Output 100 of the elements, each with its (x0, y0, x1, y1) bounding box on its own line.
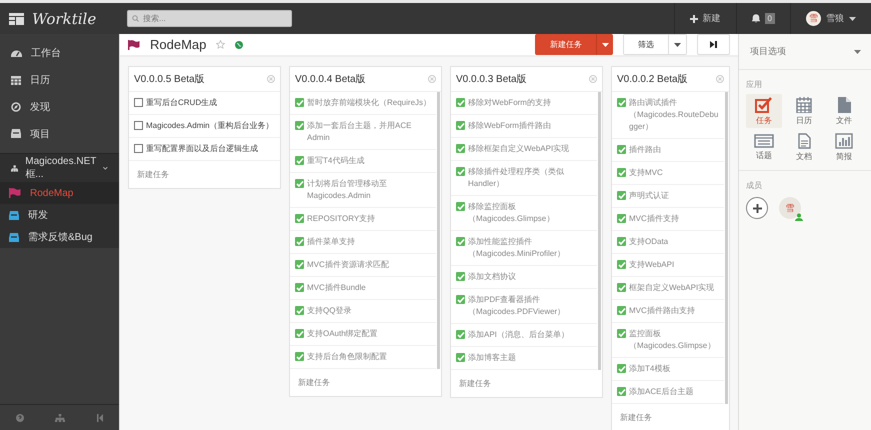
task-text: 监控面板（Magicodes.Glimpse） (629, 328, 716, 352)
task-text: 插件路由 (629, 144, 661, 156)
task-text: 重写后台CRUD生成 (146, 97, 218, 109)
checkbox-icon (755, 96, 773, 112)
project-options-dropdown[interactable]: 项目选项 (739, 34, 871, 70)
task-text: 添加性能监控插件（Magicodes.MiniProfiler） (468, 236, 566, 260)
logo-icon (9, 12, 24, 24)
sidebar-item[interactable]: 工作台 (0, 39, 119, 66)
new-task-link[interactable]: 新建任务 (290, 369, 441, 396)
dashboard-icon (11, 48, 22, 57)
close-circle-icon[interactable] (589, 75, 597, 83)
inbox-icon (11, 129, 21, 138)
task-text: 移除WebForm插件路由 (468, 120, 551, 132)
task-text: 移除插件处理程序类（类似Handler） (468, 166, 565, 190)
window-icon (754, 134, 774, 148)
app-item[interactable]: 文件 (826, 94, 862, 128)
flag-icon (128, 40, 140, 50)
task-text: 支持后台角色限制配置 (307, 351, 387, 363)
task-text: 插件菜单支持 (307, 236, 355, 248)
task-text: MVC插件路由支持 (629, 305, 695, 317)
panel-toggle-button[interactable] (697, 34, 730, 55)
task-text: 重写T4代码生成 (307, 155, 364, 167)
task-checkbox[interactable] (134, 121, 143, 130)
task-text: 添加T4模板 (629, 363, 670, 375)
task-text: 添加文档协议 (468, 271, 516, 283)
flag-icon (9, 188, 21, 198)
app-item[interactable]: 简报 (826, 130, 862, 164)
task-text: 声明式认证 (629, 190, 669, 202)
task-text: 添加ACE后台主题 (629, 386, 694, 398)
help-icon[interactable] (16, 414, 24, 422)
caret-icon (849, 16, 856, 20)
bar-chart-icon (835, 132, 853, 148)
file-icon (838, 96, 850, 112)
sidebar-item[interactable]: 项目 (0, 120, 119, 147)
chevron-icon (103, 166, 108, 170)
globe-icon[interactable] (235, 40, 244, 48)
caret-icon (674, 43, 681, 47)
new-task-link[interactable]: 新建任务 (612, 404, 729, 430)
task-text: 添加PDF查看器插件（Magicodes.PDFViewer） (468, 294, 566, 318)
task-text: 移除对WebForm的支持 (468, 97, 551, 109)
task-text: 移除框架自定义WebAPI实现 (468, 143, 570, 155)
task-text: 计划将后台管理移动至Magicodes.Admin (307, 178, 388, 202)
sitemap-icon[interactable] (55, 414, 66, 422)
caret-icon (854, 50, 861, 54)
sidebar-item[interactable]: 发现 (0, 93, 119, 120)
new-task-link[interactable]: 新建任务 (129, 161, 280, 188)
project-item[interactable]: 需求反馈&Bug (0, 226, 119, 248)
filter-dropdown-button[interactable] (668, 35, 686, 54)
member-avatar[interactable]: 雪 (779, 197, 801, 219)
app-item[interactable]: 文档 (786, 130, 822, 164)
plus-icon (752, 204, 762, 212)
search-field[interactable]: 搜索... (127, 10, 292, 27)
project-title: RodeMap (150, 37, 206, 52)
task-text: 添加一套后台主题，并用ACE Admin (307, 120, 412, 144)
add-member-button[interactable] (746, 197, 768, 219)
inbox-icon (9, 232, 19, 242)
new-task-link[interactable]: 新建任务 (451, 370, 602, 397)
task-text: 添加API（消息、后台菜单） (468, 329, 569, 341)
task-text: 移除监控面板（Magicodes.Glimpse） (468, 201, 556, 225)
task-text: 支持OData (629, 236, 668, 248)
task-list-title: V0.0.0.4 Beta版 (295, 73, 366, 86)
task-list-title: V0.0.0.2 Beta版 (617, 73, 688, 86)
task-text: REPOSITORY支持 (307, 213, 376, 225)
task-text: Magicodes.Admin（重构后台业务） (146, 120, 274, 132)
close-circle-icon[interactable] (267, 75, 275, 83)
task-checkbox[interactable] (134, 144, 143, 153)
task-list-title: V0.0.0.5 Beta版 (134, 73, 205, 86)
document-icon (798, 132, 810, 148)
section-label: 成员 (745, 180, 763, 192)
task-text: 支持OAuth绑定配置 (307, 328, 378, 340)
app-item[interactable]: 日历 (786, 94, 822, 128)
user-avatar: 雪 (806, 11, 821, 26)
sidebar-item[interactable]: 日历 (0, 66, 119, 93)
task-checkbox[interactable] (134, 98, 143, 107)
collapse-icon[interactable] (97, 414, 104, 422)
app-item[interactable]: 话题 (746, 130, 782, 164)
plus-icon (690, 14, 698, 22)
new-task-button[interactable]: 新建任务 (535, 34, 613, 55)
star-icon[interactable] (216, 40, 226, 49)
task-list-title: V0.0.0.3 Beta版 (456, 73, 527, 86)
task-text: 添加博客主题 (468, 352, 516, 364)
compass-icon (11, 102, 21, 112)
caret-icon (602, 42, 608, 46)
inbox-icon (9, 210, 19, 220)
task-text: 重写配置界面以及后台逻辑生成 (146, 143, 258, 155)
section-label: 应用 (745, 79, 763, 91)
notification-count: 0 (764, 13, 775, 24)
app-item[interactable]: 任务 (746, 94, 782, 128)
skip-icon (710, 41, 717, 48)
task-text: 支持QQ登录 (307, 305, 352, 317)
calendar-icon (796, 96, 812, 112)
project-item[interactable]: 研发 (0, 204, 119, 226)
task-text: 支持MVC (629, 167, 663, 179)
task-text: 框架自定义WebAPI实现 (629, 282, 714, 294)
close-circle-icon[interactable] (716, 75, 724, 83)
task-text: 暂时放弃前端模块化（RequireJs） (307, 97, 432, 109)
calendar-icon (11, 74, 21, 84)
task-text: MVC插件支持 (629, 213, 679, 225)
project-item[interactable]: RodeMap (0, 182, 119, 204)
close-circle-icon[interactable] (428, 75, 436, 83)
